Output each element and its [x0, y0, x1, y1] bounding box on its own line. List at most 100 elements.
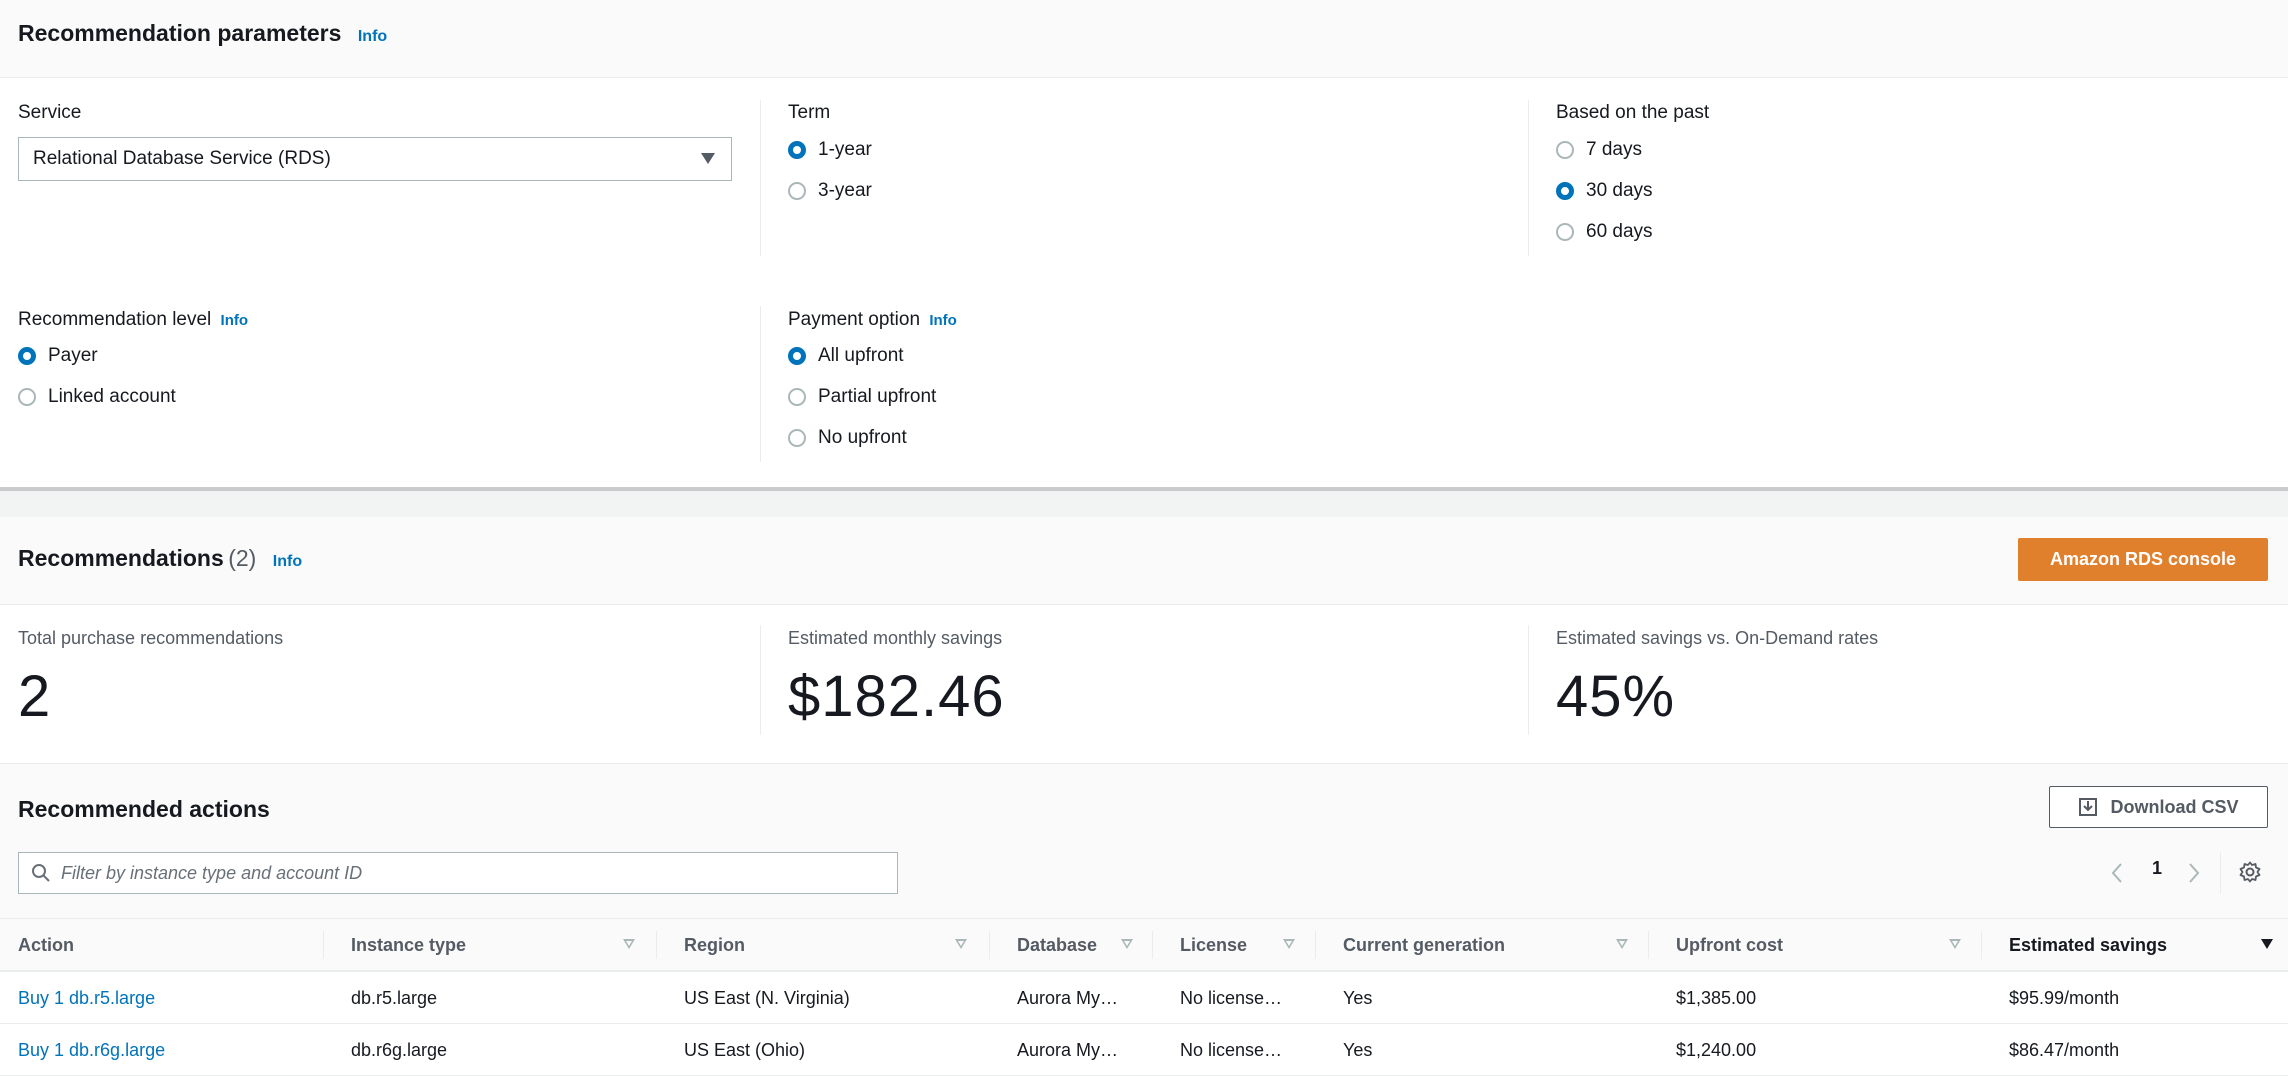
cell-license: No license…	[1180, 1039, 1283, 1060]
recommendation-level-option-payer[interactable]: Payer	[18, 345, 98, 367]
recommendation-level-label: Recommendation level	[18, 309, 212, 330]
radio-button[interactable]	[788, 388, 806, 406]
column-divider	[1981, 931, 1982, 959]
payment-option-all-upfront[interactable]: All upfront	[788, 345, 904, 367]
recommendation-level-label-row: Recommendation level Info	[18, 309, 248, 331]
settings-gear-icon[interactable]	[2238, 860, 2262, 884]
pager-divider	[2220, 852, 2221, 894]
sort-icon[interactable]	[955, 939, 967, 949]
buy-action-link[interactable]: Buy 1 db.r6g.large	[18, 1040, 165, 1061]
term-option-3-year[interactable]: 3-year	[788, 180, 872, 202]
based-on-option-30-days[interactable]: 30 days	[1556, 180, 1653, 202]
cell-upfront-cost: $1,240.00	[1676, 1039, 1757, 1060]
download-csv-label: Download CSV	[2110, 796, 2239, 817]
service-select[interactable]: Relational Database Service (RDS)	[18, 137, 732, 181]
column-divider	[1528, 100, 1529, 256]
recommendations-header: Recommendations (2) Info	[0, 517, 2288, 605]
sort-icon[interactable]	[1121, 939, 1133, 949]
recommendations-count: (2)	[228, 545, 257, 571]
payment-option-no-upfront[interactable]: No upfront	[788, 427, 907, 449]
radio-button[interactable]	[1556, 182, 1574, 200]
recommendations-info-link[interactable]: Info	[273, 553, 302, 570]
cell-instance-type: db.r6g.large	[351, 1039, 448, 1060]
sort-icon[interactable]	[1616, 939, 1628, 949]
caret-down-icon	[701, 153, 715, 164]
radio-label: 3-year	[818, 180, 872, 201]
radio-label: No upfront	[818, 427, 907, 448]
service-select-value: Relational Database Service (RDS)	[33, 148, 331, 169]
cell-estimated-savings: $86.47/month	[2009, 1039, 2120, 1060]
based-on-label: Based on the past	[1556, 102, 1710, 123]
search-icon	[32, 864, 50, 882]
metric-label: Total purchase recommendations	[18, 628, 284, 648]
based-on-option-60-days[interactable]: 60 days	[1556, 221, 1653, 243]
payment-option-label-row: Payment option Info	[788, 309, 957, 331]
sort-descending-icon[interactable]	[2261, 939, 2273, 949]
radio-button[interactable]	[788, 347, 806, 365]
payment-option-partial-upfront[interactable]: Partial upfront	[788, 386, 936, 408]
amazon-rds-console-button[interactable]: Amazon RDS console	[2018, 538, 2268, 581]
radio-button[interactable]	[1556, 141, 1574, 159]
radio-button[interactable]	[788, 182, 806, 200]
payment-option-info-link[interactable]: Info	[929, 312, 957, 329]
column-divider	[1528, 625, 1529, 735]
table-row: Buy 1 db.r5.large db.r5.large US East (N…	[0, 972, 2288, 1024]
radio-button[interactable]	[18, 347, 36, 365]
cell-current-generation: Yes	[1343, 1039, 1373, 1060]
filter-field[interactable]	[18, 852, 898, 894]
radio-label: 30 days	[1586, 180, 1653, 201]
column-header-action[interactable]: Action	[18, 919, 74, 971]
sort-icon[interactable]	[1283, 939, 1295, 949]
term-option-1-year[interactable]: 1-year	[788, 139, 872, 161]
metric-value: $182.46	[788, 664, 1005, 729]
radio-button[interactable]	[788, 141, 806, 159]
download-icon	[2079, 798, 2098, 816]
parameters-info-link[interactable]: Info	[358, 28, 387, 45]
table-header: Action Instance type Region Database Lic…	[0, 918, 2288, 972]
radio-label: Payer	[48, 345, 98, 366]
service-label: Service	[18, 102, 82, 123]
metric-value: 45%	[1556, 664, 1676, 729]
metric-estimated-monthly-savings: Estimated monthly savings $182.46	[788, 628, 1005, 730]
radio-button[interactable]	[18, 388, 36, 406]
next-page-icon[interactable]	[2187, 862, 2201, 884]
section-gap	[0, 491, 2288, 517]
parameters-header: Recommendation parameters Info	[0, 0, 2288, 78]
cell-region: US East (Ohio)	[684, 1039, 806, 1060]
cell-current-generation: Yes	[1343, 987, 1373, 1008]
recommended-actions-title: Recommended actions	[18, 796, 270, 822]
cell-region: US East (N. Virginia)	[684, 987, 850, 1008]
based-on-option-7-days[interactable]: 7 days	[1556, 139, 1642, 161]
column-header-upfront-cost[interactable]: Upfront cost	[1676, 919, 1783, 971]
sort-icon[interactable]	[1949, 939, 1961, 949]
radio-button[interactable]	[1556, 223, 1574, 241]
metric-estimated-savings-vs-on-demand: Estimated savings vs. On-Demand rates 45…	[1556, 628, 1878, 730]
recommendations-title: Recommendations	[18, 545, 224, 571]
column-divider	[989, 931, 990, 959]
recommendation-level-info-link[interactable]: Info	[221, 312, 249, 329]
current-page[interactable]: 1	[2152, 858, 2162, 879]
recommendation-level-option-linked-account[interactable]: Linked account	[18, 386, 176, 408]
column-divider	[760, 306, 761, 462]
filter-input[interactable]	[61, 862, 881, 884]
radio-button[interactable]	[788, 429, 806, 447]
cell-upfront-cost: $1,385.00	[1676, 987, 1757, 1008]
column-header-region[interactable]: Region	[684, 919, 745, 971]
buy-action-link[interactable]: Buy 1 db.r5.large	[18, 988, 155, 1009]
column-divider	[323, 931, 324, 959]
column-header-database[interactable]: Database	[1017, 919, 1097, 971]
download-csv-button[interactable]: Download CSV	[2049, 786, 2268, 828]
column-header-current-generation[interactable]: Current generation	[1343, 919, 1505, 971]
radio-label: Linked account	[48, 386, 176, 407]
parameters-title-row: Recommendation parameters Info	[18, 20, 387, 47]
previous-page-icon[interactable]	[2110, 862, 2124, 884]
radio-label: Partial upfront	[818, 386, 937, 407]
sort-icon[interactable]	[623, 939, 635, 949]
column-header-estimated-savings[interactable]: Estimated savings	[2009, 919, 2167, 971]
parameters-title: Recommendation parameters	[18, 20, 342, 46]
column-header-instance-type[interactable]: Instance type	[351, 919, 466, 971]
metric-value: 2	[18, 664, 52, 729]
column-header-license[interactable]: License	[1180, 919, 1247, 971]
column-divider	[760, 100, 761, 256]
column-divider	[760, 625, 761, 735]
